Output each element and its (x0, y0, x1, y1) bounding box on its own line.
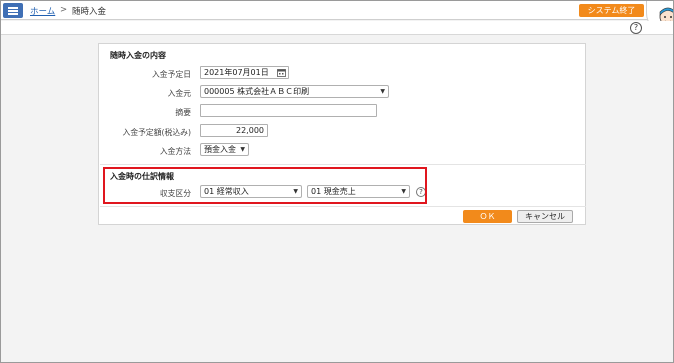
payer-value: 000005 株式会社ＡＢＣ印刷 (204, 87, 310, 96)
hamburger-icon[interactable] (3, 3, 23, 18)
amount-label: 入金予定額(税込み) (122, 128, 191, 137)
breadcrumb-current: 随時入金 (72, 7, 107, 17)
scheduled-date-value: 2021年07月01日 (204, 68, 269, 77)
divider (100, 206, 586, 207)
chevron-down-icon: ▼ (380, 88, 385, 95)
breadcrumb-separator: > (60, 5, 68, 15)
payer-label: 入金元 (167, 89, 191, 98)
chevron-down-icon: ▼ (240, 146, 245, 153)
help-icon[interactable]: ? (630, 22, 642, 34)
divider (100, 164, 586, 165)
ok-button[interactable]: ＯＫ (463, 210, 512, 223)
system-exit-button[interactable]: システム終了 (579, 4, 644, 17)
amount-input[interactable]: 22,000 (200, 124, 268, 137)
payer-select[interactable]: 000005 株式会社ＡＢＣ印刷 ▼ (200, 85, 389, 98)
app-window: ホーム > 随時入金 システム終了 ? 随時入金の内容 入金予定日 2021年0… (0, 0, 674, 363)
scheduled-date-label: 入金予定日 (152, 70, 191, 79)
sub-bar (1, 21, 673, 35)
calendar-icon[interactable] (277, 68, 286, 77)
method-value: 預金入金 (204, 145, 236, 154)
breadcrumb-home[interactable]: ホーム (30, 5, 55, 17)
section-title-content: 随時入金の内容 (110, 51, 166, 60)
highlight-box (103, 167, 427, 204)
cancel-button[interactable]: キャンセル (517, 210, 573, 223)
summary-label: 摘要 (175, 108, 191, 117)
top-bar: ホーム > 随時入金 システム終了 (1, 1, 673, 20)
summary-input[interactable] (200, 104, 377, 117)
scheduled-date-input[interactable]: 2021年07月01日 (200, 66, 289, 79)
method-label: 入金方法 (159, 147, 191, 156)
method-select[interactable]: 預金入金 ▼ (200, 143, 249, 156)
